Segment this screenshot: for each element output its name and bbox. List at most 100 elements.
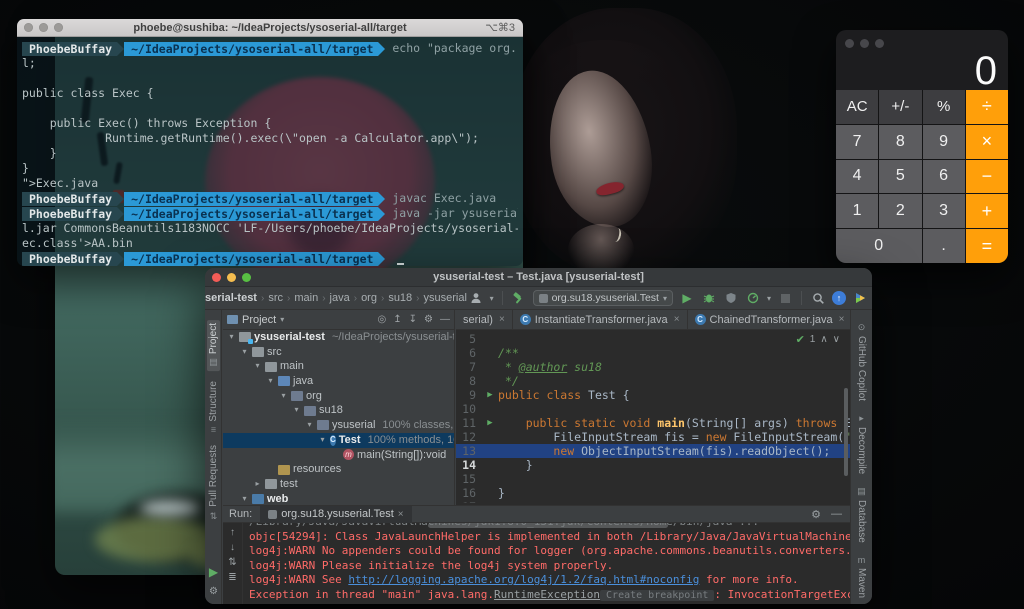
tree-chevron-icon[interactable]: ▾: [266, 374, 275, 389]
tree-chevron-icon[interactable]: ▾: [227, 330, 236, 345]
calc-button-0[interactable]: 0: [836, 229, 922, 263]
console-gutter-icon[interactable]: ≣: [228, 572, 236, 583]
tree-chevron-icon[interactable]: ▸: [253, 477, 262, 492]
minimize-button[interactable]: [860, 39, 869, 48]
code-line-17[interactable]: 17: [456, 500, 850, 503]
code-line-10[interactable]: 10: [456, 402, 850, 416]
run-configuration-select[interactable]: org.su18.ysuserial.Test ▾: [533, 290, 673, 306]
chevron-down-icon[interactable]: ▾: [767, 294, 771, 303]
sidebar-item-pull-requests[interactable]: ⇅Pull Requests: [208, 445, 219, 521]
console-gutter-icon[interactable]: ↑: [230, 527, 235, 538]
run-console-header[interactable]: Run: org.su18.ysuserial.Test × ⚙ —: [223, 506, 850, 523]
code-line-9[interactable]: 9▶public class Test {: [456, 388, 850, 402]
breadcrumb[interactable]: serial-test›src›main›java›org›su18›ysuse…: [205, 292, 468, 304]
calc-button-2[interactable]: 2: [879, 194, 921, 228]
profiler-icon[interactable]: [745, 290, 761, 306]
calc-button-=[interactable]: =: [966, 229, 1008, 263]
close-icon[interactable]: ×: [499, 314, 505, 325]
run-arrow-icon[interactable]: ▶: [482, 388, 498, 402]
console-gutter-icon[interactable]: ⇅: [228, 557, 236, 568]
prev-issue-icon[interactable]: ∧: [820, 333, 827, 347]
tab-serial[interactable]: serial)×: [456, 310, 513, 329]
console-link[interactable]: RuntimeException: [494, 588, 600, 601]
tree-row-org[interactable]: ▾org: [223, 389, 454, 404]
ide-window[interactable]: ysuserial-test – Test.java [ysuserial-te…: [205, 268, 872, 604]
search-icon[interactable]: [810, 290, 826, 306]
breadcrumb-item-org[interactable]: org: [361, 292, 377, 304]
project-header-icon[interactable]: ◎: [378, 314, 387, 325]
project-tool-window[interactable]: Project ▾ ◎↥↧⚙— ▾ysuserial-test~/IdeaPro…: [223, 310, 455, 505]
calculator-window[interactable]: 0 AC+/-%÷789×456−123+0.=: [836, 30, 1008, 263]
tree-chevron-icon[interactable]: ▾: [292, 403, 301, 418]
close-icon[interactable]: ×: [398, 509, 404, 520]
console-action-icon[interactable]: ▶: [209, 565, 218, 579]
calc-button-%[interactable]: %: [923, 90, 965, 124]
breadcrumb-item-su18[interactable]: su18: [388, 292, 412, 304]
project-header-icon[interactable]: ↥: [393, 314, 401, 325]
calc-button-.[interactable]: .: [923, 229, 965, 263]
sidebar-item-maven[interactable]: mMaven: [856, 555, 867, 598]
coverage-shield-icon[interactable]: [723, 290, 739, 306]
close-button[interactable]: [845, 39, 854, 48]
right-tool-window-bar[interactable]: ⊙GitHub Copilot▸Decompile▤DatabasemMaven: [850, 310, 872, 604]
sidebar-item-github-copilot[interactable]: ⊙GitHub Copilot: [856, 322, 867, 401]
calc-button-+[interactable]: +: [966, 194, 1008, 228]
calc-button-×[interactable]: ×: [966, 125, 1008, 159]
tab-ChainedTransformer.java[interactable]: CChainedTransformer.java×: [688, 310, 853, 329]
tree-row-java[interactable]: ▾java: [223, 374, 454, 389]
console-action-icon[interactable]: ⚙: [209, 586, 218, 597]
calc-button-8[interactable]: 8: [879, 125, 921, 159]
next-issue-icon[interactable]: ∨: [833, 333, 840, 347]
sidebar-item-project[interactable]: ▤Project: [207, 320, 220, 371]
minimize-icon[interactable]: —: [831, 508, 842, 521]
tree-row-web[interactable]: ▾web: [223, 492, 454, 505]
console-gutter-icons[interactable]: ↑↓⇅≣: [223, 523, 243, 604]
code-line-13[interactable]: 13 new ObjectInputStream(fis).readObject…: [456, 444, 850, 458]
run-console[interactable]: Run: org.su18.ysuserial.Test × ⚙ — ↑↓⇅≣ …: [223, 505, 850, 604]
tree-row-Test[interactable]: ▾CTest100% methods, 10: [223, 433, 454, 448]
zoom-button[interactable]: [875, 39, 884, 48]
calculator-window-controls[interactable]: [845, 39, 884, 48]
terminal-window[interactable]: phoebe@sushiba: ~/IdeaProjects/ysoserial…: [17, 19, 523, 266]
terminal-output[interactable]: PhoebeBuffay~/IdeaProjects/ysoserial-all…: [17, 37, 523, 266]
tree-row-su18[interactable]: ▾su18: [223, 403, 454, 418]
calc-button-7[interactable]: 7: [836, 125, 878, 159]
chevron-down-icon[interactable]: ▾: [280, 315, 284, 324]
run-arrow-icon[interactable]: ▶: [482, 416, 498, 430]
code-line-14[interactable]: 14 }: [456, 458, 850, 472]
project-header-icon[interactable]: —: [440, 314, 450, 325]
inspection-widget[interactable]: ✔ 1 ∧ ∨: [796, 333, 840, 347]
gradle-play-icon[interactable]: [852, 290, 868, 306]
code-line-8[interactable]: 8 */: [456, 374, 850, 388]
project-header-icon[interactable]: ⚙: [424, 314, 433, 325]
tree-chevron-icon[interactable]: ▾: [240, 492, 249, 505]
close-icon[interactable]: ×: [839, 314, 845, 325]
tree-chevron-icon[interactable]: ▾: [240, 345, 249, 360]
calc-button-+/-[interactable]: +/-: [879, 90, 921, 124]
console-scrollbar[interactable]: [428, 523, 668, 528]
tree-chevron-icon[interactable]: ▾: [279, 389, 288, 404]
run-console-body[interactable]: ↑↓⇅≣ /Library/Java/JavaVirtualMachines/j…: [223, 523, 850, 604]
project-pane-header[interactable]: Project ▾ ◎↥↧⚙—: [223, 310, 454, 330]
calc-button-−[interactable]: −: [966, 160, 1008, 194]
calc-button-AC[interactable]: AC: [836, 90, 878, 124]
editor-area[interactable]: serial)×CInstantiateTransformer.java×CCh…: [456, 310, 850, 505]
breadcrumb-item-serial-test[interactable]: serial-test: [205, 292, 257, 304]
console-stripe-icons[interactable]: ▶⚙■◎: [205, 565, 222, 604]
tree-row-ysuserial[interactable]: ▾ysuserial100% classes, 10: [223, 418, 454, 433]
code-line-12[interactable]: 12 FileInputStream fis = new FileInputSt…: [456, 430, 850, 444]
sidebar-item-structure[interactable]: ≡Structure: [208, 381, 219, 435]
calc-button-1[interactable]: 1: [836, 194, 878, 228]
sidebar-item-database[interactable]: ▤Database: [856, 486, 867, 543]
breadcrumb-item-java[interactable]: java: [330, 292, 350, 304]
calc-button-9[interactable]: 9: [923, 125, 965, 159]
chevron-down-icon[interactable]: ▾: [490, 294, 494, 303]
tree-row-main(String[]):void[interactable]: mmain(String[]):void: [223, 448, 454, 463]
calc-button-3[interactable]: 3: [923, 194, 965, 228]
project-tree[interactable]: ▾ysuserial-test~/IdeaProjects/ysuserial-…: [223, 330, 454, 505]
console-link[interactable]: http://logging.apache.org/log4j/1.2/faq.…: [348, 573, 699, 586]
run-console-tab[interactable]: org.su18.ysuserial.Test ×: [260, 506, 411, 523]
code-line-15[interactable]: 15: [456, 472, 850, 486]
stop-button[interactable]: [777, 290, 793, 306]
code-line-7[interactable]: 7 * @author su18: [456, 360, 850, 374]
